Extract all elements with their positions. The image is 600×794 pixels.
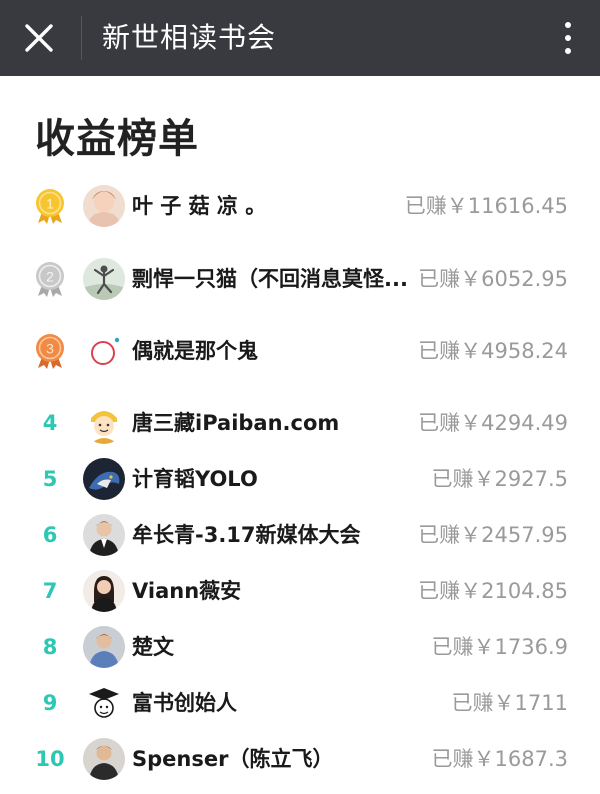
avatar[interactable] [83,570,125,612]
rank-number: 9 [42,691,58,715]
avatar[interactable] [83,626,125,668]
avatar[interactable] [83,458,125,500]
rank-badge: 10 [26,731,74,787]
avatar[interactable] [83,330,125,372]
rank-badge: 8 [26,619,74,675]
svg-text:3: 3 [46,341,54,357]
silver-medal-icon: 2 [36,262,64,297]
user-name[interactable]: 唐三藏iPaiban.com [132,395,339,451]
top-bar-divider [81,16,82,60]
earned-amount: 已赚￥11616.45 [404,194,568,218]
rank-number: 6 [42,523,58,547]
rank-badge: 1 [26,178,74,234]
earned-amount: 已赚￥1736.9 [431,635,568,659]
gold-medal-icon: 1 [36,189,64,224]
user-name[interactable]: 偶就是那个鬼 [132,323,258,379]
user-name[interactable]: 计育韬YOLO [132,451,258,507]
rank-badge: 9 [26,675,74,731]
rank-badge: 5 [26,451,74,507]
leaderboard-row[interactable]: 9 富书创始人 已赚￥1711 [0,675,600,731]
user-name[interactable]: 牟长青-3.17新媒体大会 [132,507,361,563]
svg-text:2: 2 [46,269,54,285]
bronze-medal-icon: 3 [36,334,64,369]
rank-number: 5 [42,467,58,491]
user-name[interactable]: 楚文 [132,619,174,675]
leaderboard-row[interactable]: 4 唐三藏iPaiban.com 已赚￥4294.49 [0,395,600,451]
rank-badge: 4 [26,395,74,451]
leaderboard-row[interactable]: 1 叶 子 菇 凉 。 已赚￥11616.45 [0,178,600,234]
earned-amount: 已赚￥1687.3 [431,747,568,771]
more-vertical-icon [565,22,571,28]
top-bar: 新世相读书会 [0,0,600,76]
earned-amount: 已赚￥6052.95 [418,267,568,291]
rank-badge: 6 [26,507,74,563]
rank-number: 7 [42,579,58,603]
leaderboard-row[interactable]: 3 偶就是那个鬼 已赚￥4958.24 [0,323,600,379]
earned-amount: 已赚￥2927.5 [431,467,568,491]
rank-number: 8 [42,635,58,659]
leaderboard-row[interactable]: 10 Spenser（陈立飞） 已赚￥1687.3 [0,731,600,787]
avatar[interactable] [83,258,125,300]
avatar[interactable] [83,185,125,227]
more-button[interactable] [562,20,574,56]
avatar[interactable] [83,514,125,556]
close-button[interactable] [0,0,80,76]
earned-amount: 已赚￥2104.85 [418,579,568,603]
rank-badge: 7 [26,563,74,619]
earned-amount: 已赚￥1711 [451,691,568,715]
earned-amount: 已赚￥2457.95 [418,523,568,547]
user-name[interactable]: 叶 子 菇 凉 。 [132,178,266,234]
svg-text:1: 1 [46,196,54,212]
user-name[interactable]: 剽悍一只猫（不回消息莫怪... [132,251,408,307]
avatar[interactable] [83,402,125,444]
leaderboard-row[interactable]: 5 计育韬YOLO 已赚￥2927.5 [0,451,600,507]
leaderboard-row[interactable]: 8 楚文 已赚￥1736.9 [0,619,600,675]
leaderboard-row[interactable]: 2 剽悍一只猫（不回消息莫怪... 已赚￥6052.95 [0,251,600,307]
avatar[interactable] [83,682,125,724]
user-name[interactable]: Viann薇安 [132,563,241,619]
earned-amount: 已赚￥4958.24 [418,339,568,363]
page-title: 收益榜单 [35,116,199,162]
user-name[interactable]: 富书创始人 [132,675,237,731]
rank-number: 10 [35,747,65,771]
rank-number: 4 [42,411,58,435]
window-title: 新世相读书会 [102,21,277,54]
leaderboard-row[interactable]: 6 牟长青-3.17新媒体大会 已赚￥2457.95 [0,507,600,563]
rank-badge: 2 [26,251,74,307]
close-icon [25,24,53,52]
avatar[interactable] [83,738,125,780]
earned-amount: 已赚￥4294.49 [418,411,568,435]
leaderboard-row[interactable]: 7 Viann薇安 已赚￥2104.85 [0,563,600,619]
user-name[interactable]: Spenser（陈立飞） [132,731,333,787]
rank-badge: 3 [26,323,74,379]
